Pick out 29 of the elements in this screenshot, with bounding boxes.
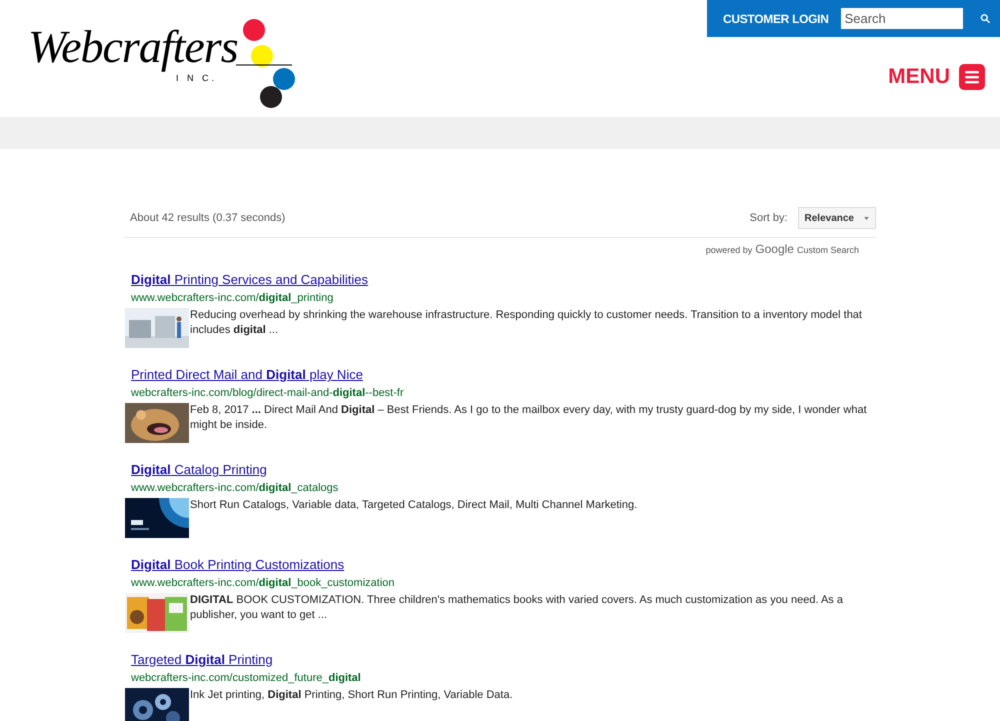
result-snippet: DIGITAL BOOK CUSTOMIZATION. Three children's mathematics books with varied covers. As much customization as you need. As a publisher, you want to get ... bbox=[190, 593, 844, 623]
result-url: www.webcrafters-inc.com/digital_printing bbox=[131, 290, 334, 306]
result-url: webcrafters-inc.com/customized_future_digital bbox=[131, 670, 361, 686]
customer-login-link[interactable]: CUSTOMER LOGIN bbox=[723, 10, 829, 28]
result-url: www.webcrafters-inc.com/digital_book_customization bbox=[131, 576, 394, 590]
result-snippet: Reducing overhead by shrinking the warehouse infrastructure. Responding quickly to customer needs. Transition to a inventory model that includes digital ... bbox=[190, 308, 863, 338]
search-icon[interactable] bbox=[980, 12, 990, 25]
sort-dropdown[interactable]: Relevance bbox=[798, 207, 876, 229]
result-title-link[interactable]: Digital Book Printing Customizations bbox=[131, 555, 344, 574]
custom-search-label: Custom Search bbox=[796, 244, 859, 257]
result-title-link[interactable]: Printed Direct Mail and Digital play Nice bbox=[131, 365, 363, 384]
results-summary: About 42 results (0.37 seconds) bbox=[130, 210, 286, 226]
result-snippet: Feb 8, 2017 ... Direct Mail And Digital – Best Friends. As I go to the mailbox every day, with my trusty guard-dog by my side, I wonder what might be inside. bbox=[190, 403, 868, 433]
sort-label: Sort by: bbox=[750, 210, 788, 226]
google-label: Google bbox=[755, 241, 794, 258]
caret-icon bbox=[864, 216, 869, 220]
menu-label[interactable]: MENU bbox=[888, 61, 950, 92]
result-snippet: Ink Jet printing, Digital Printing, Short Run Printing, Variable Data. bbox=[190, 688, 514, 703]
color-dots-icon bbox=[236, 18, 296, 110]
menu-icon[interactable] bbox=[959, 64, 985, 90]
search-field[interactable]: Search bbox=[840, 8, 963, 29]
result-url: webcrafters-inc.com/blog/direct-mail-and-digital--best-fr bbox=[131, 386, 404, 400]
webcrafters-logo[interactable]: Webcrafters I N C. bbox=[26, 10, 296, 112]
result-title-link[interactable]: Digital Catalog Printing bbox=[131, 460, 267, 480]
result-url: www.webcrafters-inc.com/digital_catalogs bbox=[131, 480, 338, 496]
powered-by-label: powered by bbox=[706, 244, 752, 257]
result-snippet: Short Run Catalogs, Variable data, Targeted Catalogs, Direct Mail, Multi Channel Marketing. bbox=[190, 498, 638, 513]
result-title-link[interactable]: Digital Printing Services and Capabilities bbox=[131, 270, 368, 290]
result-title-link[interactable]: Targeted Digital Printing bbox=[131, 650, 273, 670]
